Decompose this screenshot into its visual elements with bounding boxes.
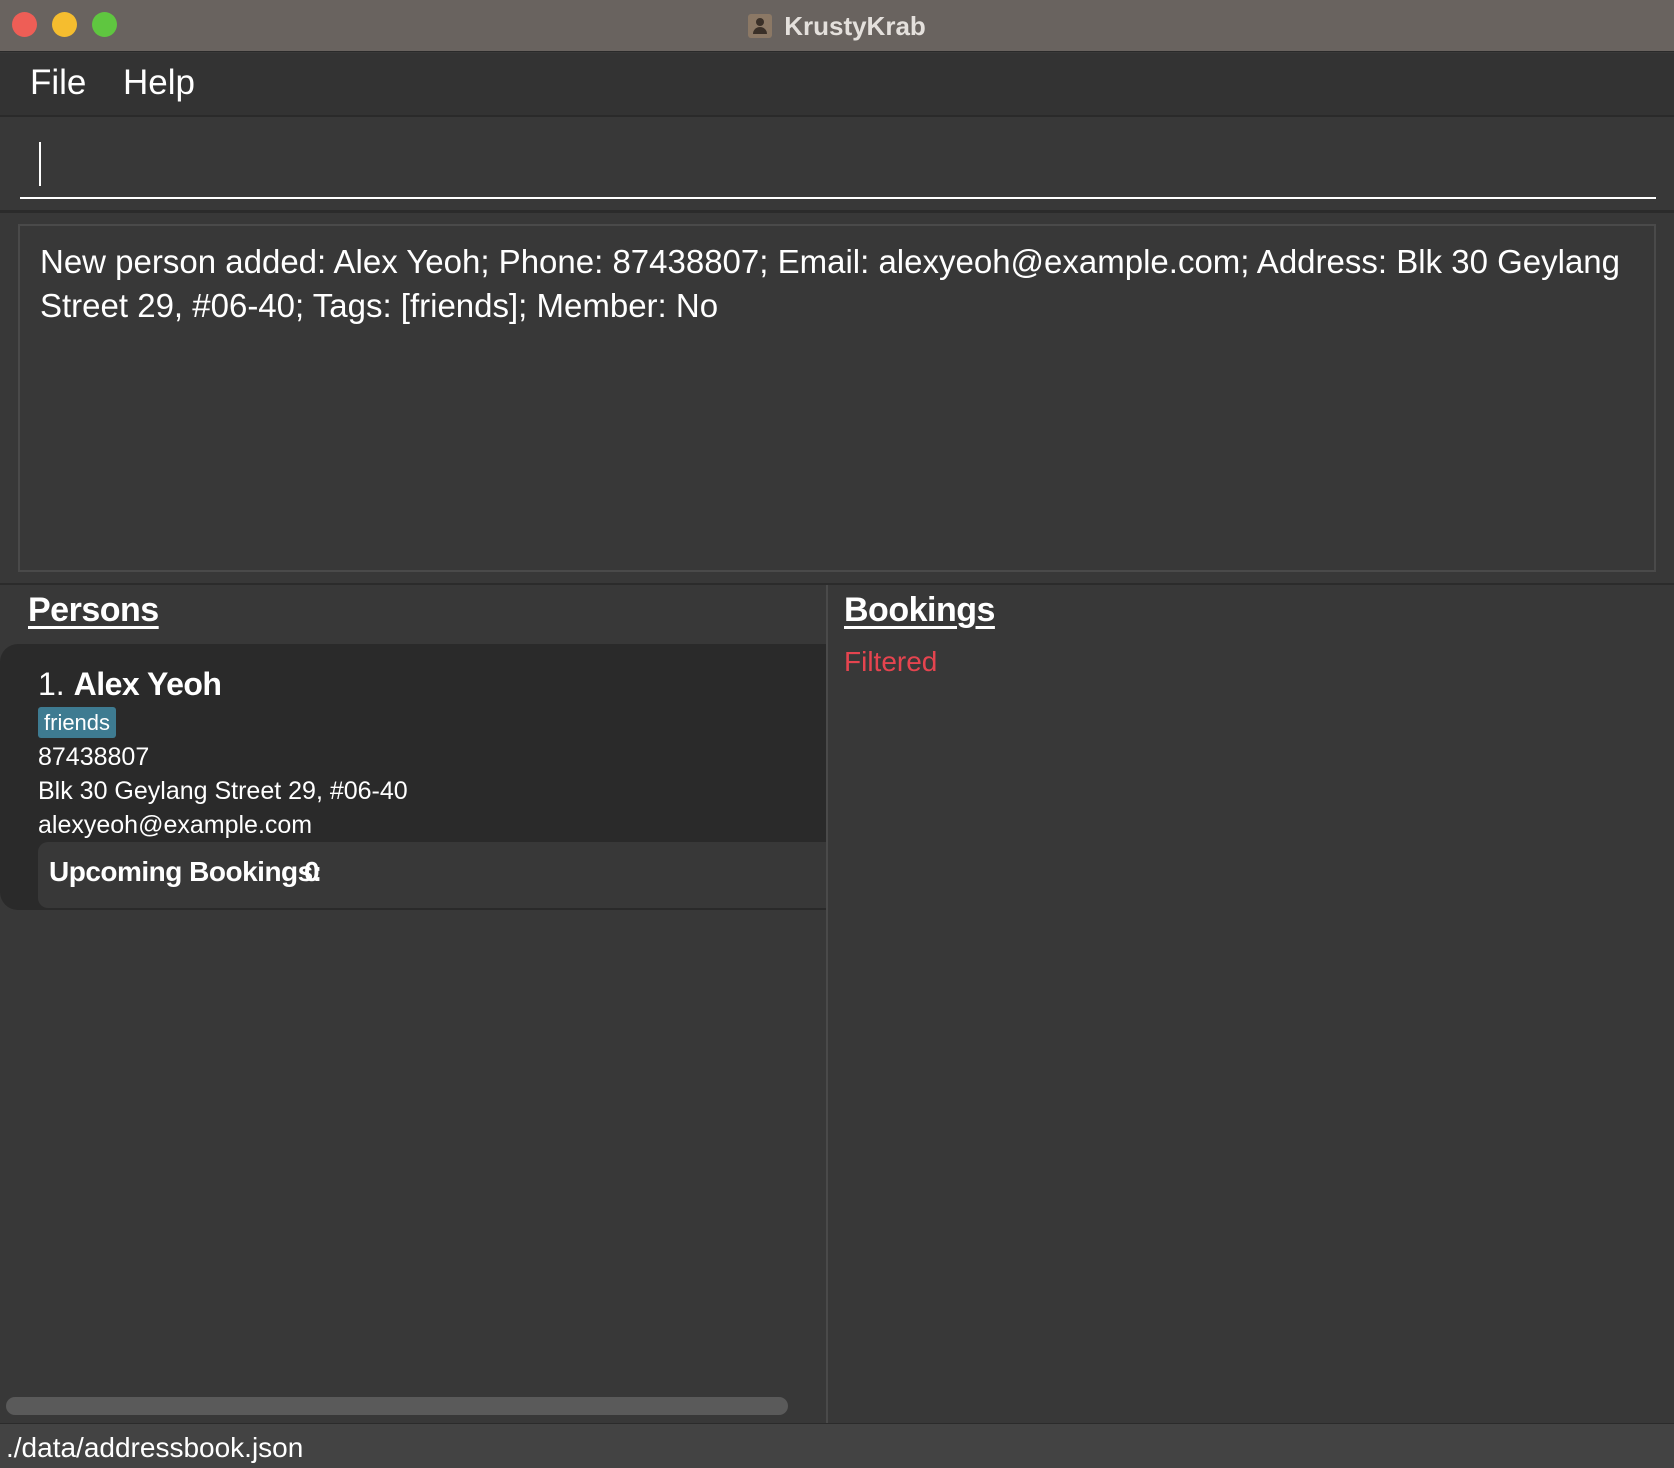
menu-help[interactable]: Help [123,63,195,103]
menu-bar: File Help [0,53,1674,117]
upcoming-bookings-count: 0 [304,856,320,887]
command-input[interactable] [20,133,1656,199]
title-bar: KrustyKrab [0,0,1674,52]
title-wrap: KrustyKrab [0,0,1674,52]
menu-file[interactable]: File [30,63,86,103]
bookings-panel: Bookings Filtered [828,585,1674,1423]
data-file-path: ./data/addressbook.json [6,1432,304,1463]
command-box [0,119,1674,213]
bookings-header: Bookings [844,591,995,629]
upcoming-bookings-label: Upcoming Bookings: [49,856,322,887]
persons-panel: Persons 1. Alex Yeoh friends 87438807 Bl… [0,585,826,1423]
status-bar: ./data/addressbook.json [0,1423,1674,1468]
person-name-row: 1. Alex Yeoh [38,666,222,703]
contact-book-icon [748,14,773,38]
result-display: New person added: Alex Yeoh; Phone: 8743… [18,224,1656,572]
tag-badge: friends [38,707,117,738]
person-phone: 87438807 [38,743,150,771]
persons-header: Persons [28,591,159,629]
person-name: Alex Yeoh [73,666,222,702]
upcoming-bookings-box: Upcoming Bookings: 0 [38,842,826,908]
person-card[interactable]: 1. Alex Yeoh friends 87438807 Blk 30 Gey… [0,644,826,910]
person-address: Blk 30 Geylang Street 29, #06-40 [38,777,408,805]
bookings-filter-status: Filtered [844,646,938,677]
person-email: alexyeoh@example.com [38,811,313,839]
window-title: KrustyKrab [784,10,926,41]
horizontal-scrollbar[interactable] [6,1397,788,1415]
person-index: 1. [38,666,74,702]
result-message: New person added: Alex Yeoh; Phone: 8743… [40,243,1621,324]
app-window: KrustyKrab File Help New person added: A… [0,0,1674,1468]
text-caret [39,142,41,186]
